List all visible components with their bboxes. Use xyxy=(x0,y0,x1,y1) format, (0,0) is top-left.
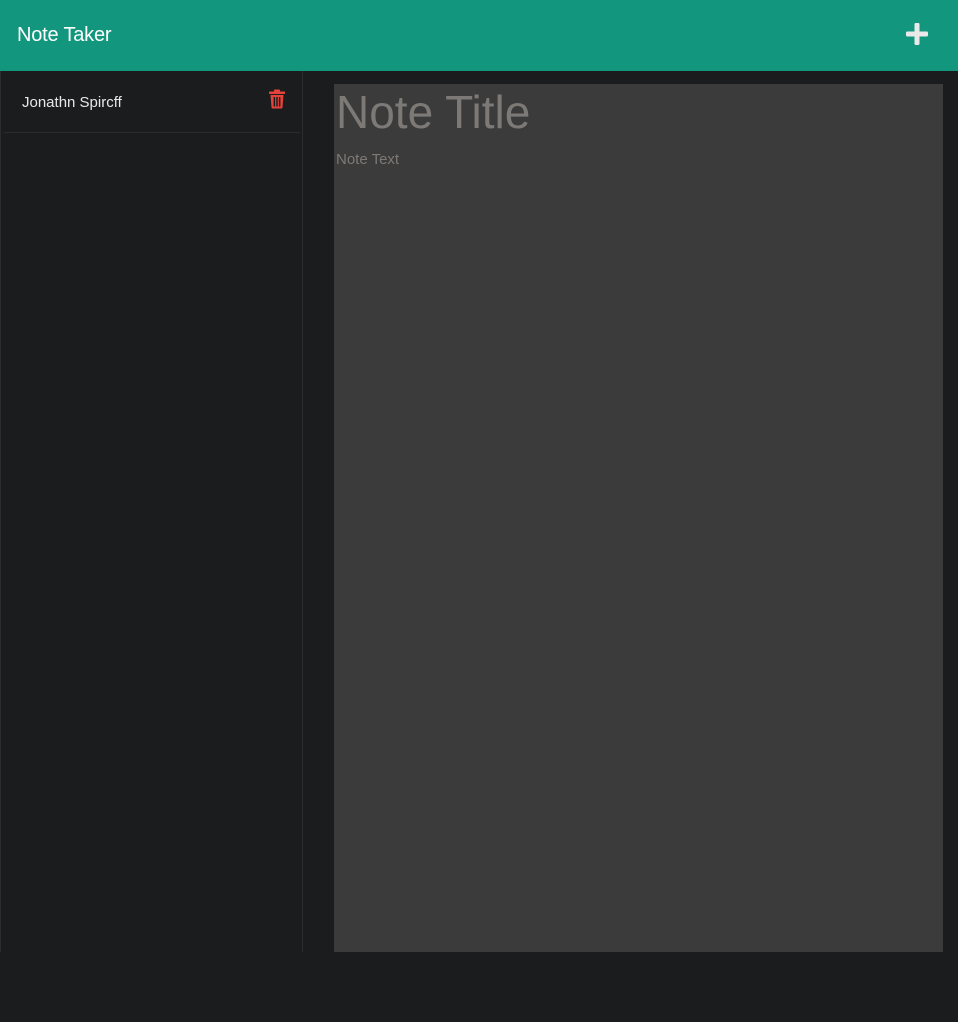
note-list-item[interactable]: Jonathn Spircff xyxy=(4,71,300,133)
app-title[interactable]: Note Taker xyxy=(17,22,112,48)
trash-icon xyxy=(269,89,285,109)
note-editor xyxy=(334,84,943,952)
plus-icon xyxy=(906,23,928,45)
navbar: Note Taker xyxy=(0,0,958,71)
delete-note-button[interactable] xyxy=(268,89,286,109)
note-text-input[interactable] xyxy=(334,150,943,940)
new-note-button[interactable] xyxy=(902,19,932,49)
note-item-title[interactable]: Jonathn Spircff xyxy=(22,93,122,112)
note-title-input[interactable] xyxy=(334,84,943,140)
note-list: Jonathn Spircff xyxy=(0,71,303,952)
